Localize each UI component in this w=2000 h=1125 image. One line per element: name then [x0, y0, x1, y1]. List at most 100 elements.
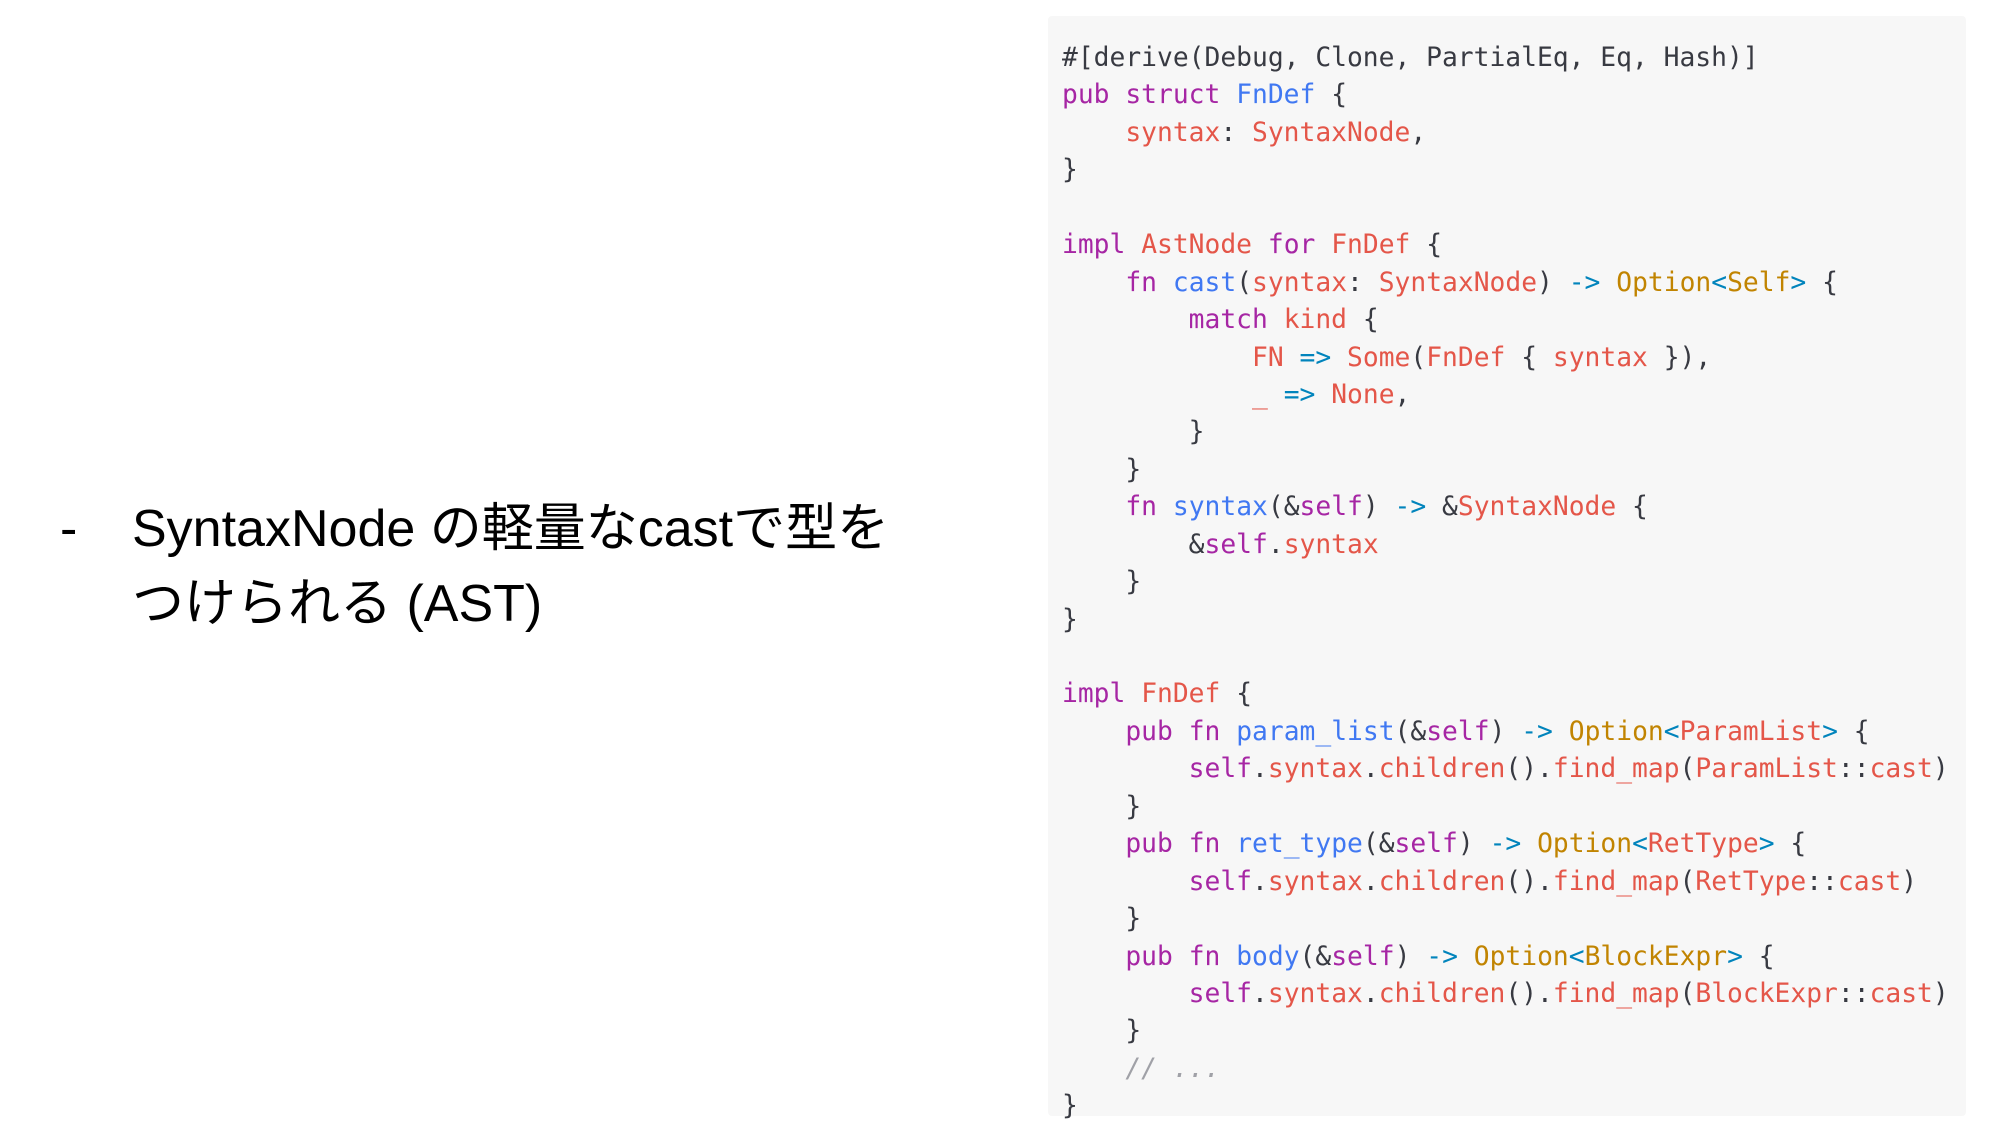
code-token-plain: }: [1062, 791, 1142, 822]
code-token-plain: .: [1252, 754, 1268, 785]
code-token-ident: kind: [1283, 305, 1348, 336]
code-line: self.syntax.children().find_map(RetType:…: [1062, 864, 1949, 901]
code-block: #[derive(Debug, Clone, PartialEq, Eq, Ha…: [1048, 16, 1966, 1121]
code-line: pub fn ret_type(&self) -> Option<RetType…: [1062, 826, 1949, 863]
code-token-plain: ().: [1505, 978, 1553, 1009]
code-token-keyword: self: [1188, 866, 1253, 897]
code-token-plain: ): [1901, 866, 1918, 897]
code-token-keyword: struct: [1125, 80, 1221, 111]
code-token-plain: ): [1362, 492, 1395, 523]
code-token-op: >: [1727, 941, 1743, 972]
code-line: }: [1062, 152, 1949, 189]
code-line: fn cast(syntax: SyntaxNode) -> Option<Se…: [1062, 265, 1949, 302]
code-token-keyword: fn: [1125, 492, 1158, 523]
code-token-op: =>: [1283, 379, 1316, 410]
code-token-ident: syntax: [1267, 866, 1363, 897]
code-token-keyword: self: [1426, 716, 1490, 747]
code-token-plain: {: [1742, 941, 1775, 972]
code-token-plain: (&: [1267, 492, 1300, 523]
code-token-plain: (: [1679, 754, 1696, 785]
code-token-keyword: fn: [1188, 829, 1221, 860]
code-line: #[derive(Debug, Clone, PartialEq, Eq, Ha…: [1062, 40, 1949, 77]
code-token-op: >: [1758, 829, 1775, 860]
code-token-ident: FnDef: [1141, 679, 1221, 710]
code-line: impl FnDef {: [1062, 676, 1949, 713]
code-token-plain: :: [1347, 267, 1379, 298]
code-token-plain: ): [1394, 941, 1427, 972]
code-line: &self.syntax: [1062, 527, 1949, 564]
code-token-ident: SyntaxNode: [1252, 117, 1411, 148]
code-token-op: <: [1632, 829, 1648, 860]
code-token-plain: }: [1062, 567, 1142, 598]
code-token-plain: ::: [1837, 754, 1870, 785]
code-token-plain: }: [1062, 904, 1142, 935]
code-token-keyword: self: [1188, 754, 1253, 785]
code-token-ident: Some: [1347, 342, 1411, 373]
code-line: }: [1062, 1013, 1949, 1050]
code-token-plain: .: [1252, 866, 1268, 897]
code-token-ident: AstNode: [1141, 230, 1253, 261]
code-line: }: [1062, 564, 1949, 601]
code-token-func: cast: [1172, 267, 1237, 298]
code-token-op: <: [1568, 941, 1585, 972]
code-token-plain: {: [1806, 267, 1838, 298]
code-token-plain: {: [1616, 492, 1648, 523]
code-token-ident: None: [1331, 379, 1395, 410]
code-token-op: ->: [1426, 941, 1458, 972]
code-line: impl AstNode for FnDef {: [1062, 227, 1949, 264]
code-token-plain: {: [1220, 679, 1253, 710]
code-token-keyword: pub: [1125, 829, 1173, 860]
code-token-type: BlockExpr: [1584, 941, 1728, 972]
code-token-ident: find_map: [1552, 866, 1680, 897]
code-token-plain: (: [1236, 267, 1253, 298]
code-line: ​: [1062, 190, 1949, 227]
code-token-plain: {: [1774, 829, 1807, 860]
code-token-ident: cast: [1869, 754, 1933, 785]
code-token-plain: }: [1062, 1016, 1142, 1047]
code-token-plain: (: [1679, 866, 1696, 897]
code-token-ident: syntax: [1283, 529, 1379, 560]
code-line: // ...: [1062, 1051, 1949, 1088]
code-token-op: ->: [1394, 492, 1427, 523]
code-token-func: body: [1236, 941, 1300, 972]
code-token-plain: ().: [1505, 754, 1553, 785]
code-token-comment: // ...: [1125, 1053, 1221, 1084]
code-token-ident: FnDef: [1426, 342, 1506, 373]
code-line: pub struct FnDef {: [1062, 77, 1949, 114]
bullet-text: SyntaxNode の軽量なcastで型を つけられる (AST): [132, 500, 890, 633]
code-token-keyword: impl: [1062, 230, 1126, 261]
code-token-ident: ParamList: [1679, 716, 1823, 747]
code-token-type: Option: [1568, 716, 1664, 747]
code-token-keyword: self: [1331, 941, 1395, 972]
code-line: }: [1062, 1088, 1949, 1125]
code-line: }: [1062, 414, 1949, 451]
code-token-ident: cast: [1837, 866, 1902, 897]
code-token-plain: ): [1932, 978, 1949, 1009]
code-listing: #[derive(Debug, Clone, PartialEq, Eq, Ha…: [1062, 40, 1949, 1125]
code-token-ident: syntax: [1552, 342, 1648, 373]
code-line: FN => Some(FnDef { syntax }),: [1062, 340, 1949, 377]
slide: - SyntaxNode の軽量なcastで型を つけられる (AST) #[d…: [0, 0, 2000, 1125]
code-token-plain: .: [1252, 978, 1268, 1009]
code-token-keyword: fn: [1125, 267, 1158, 298]
code-token-type: Self: [1727, 267, 1791, 298]
